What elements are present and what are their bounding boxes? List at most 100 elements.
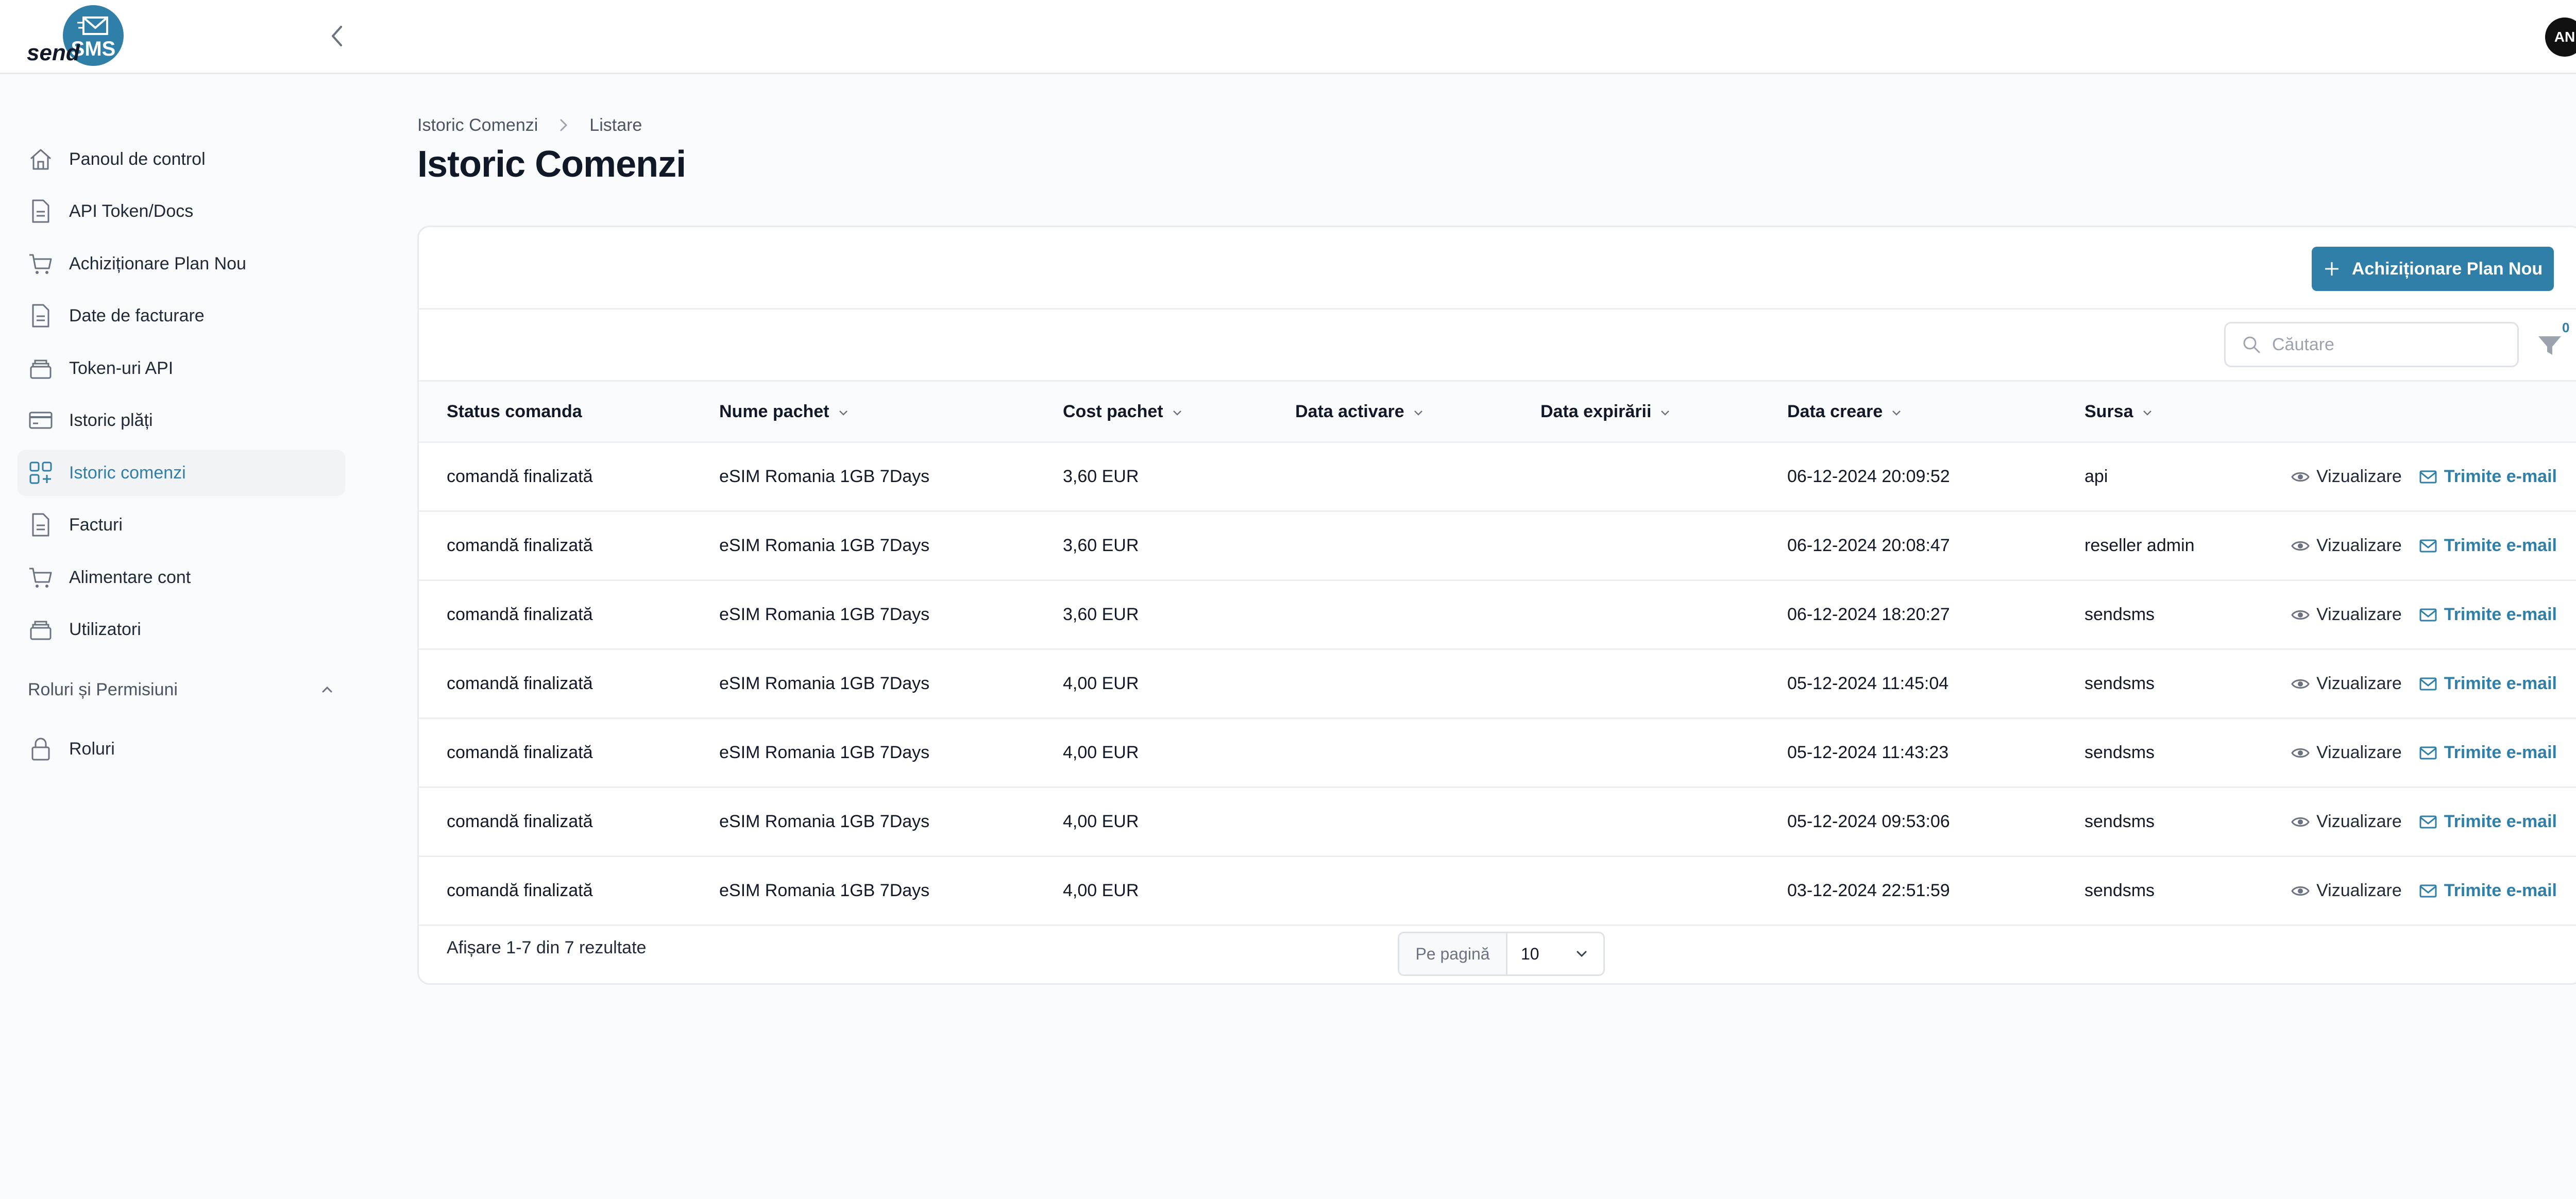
column-header-activation-date[interactable]: Data activare	[1295, 382, 1540, 443]
orders-card: Achiziționare Plan Nou Căutare 0 Status …	[417, 226, 2576, 985]
column-header-source[interactable]: Sursa	[2084, 382, 2293, 443]
eye-icon	[2291, 610, 2310, 620]
send-email-label: Trimite e-mail	[2444, 605, 2557, 624]
column-header-package-name[interactable]: Nume pachet	[719, 382, 1063, 443]
mail-icon	[2419, 608, 2437, 621]
table-row: comandă finalizată eSIM Romania 1GB 7Days…	[419, 718, 2576, 788]
breadcrumb-root-link[interactable]: Istoric Comenzi	[417, 115, 538, 135]
user-avatar[interactable]: AN	[2545, 18, 2576, 57]
cell-source: api	[2084, 442, 2293, 512]
sidebar-item-account-topup[interactable]: Alimentare cont	[18, 554, 345, 601]
filter-count-badge: 0	[2562, 320, 2570, 335]
send-email-button[interactable]: Trimite e-mail	[2418, 674, 2557, 694]
row-actions: Vizualizare Trimite e-mail	[2291, 812, 2576, 832]
sidebar-item-payment-history[interactable]: Istoric plăți	[18, 397, 345, 443]
sidebar-item-invoices[interactable]: Facturi	[18, 502, 345, 548]
sidebar-item-label: Alimentare cont	[69, 567, 191, 587]
sidebar-item-label: Panoul de control	[69, 149, 206, 169]
page-title: Istoric Comenzi	[417, 144, 686, 185]
document-icon	[32, 513, 49, 537]
cell-created-date: 05-12-2024 11:43:23	[1787, 718, 2084, 788]
view-button[interactable]: Vizualizare	[2291, 536, 2402, 556]
roles-permissions-section-toggle[interactable]: Roluri și Permisiuni	[28, 677, 335, 703]
view-label: Vizualizare	[2316, 605, 2402, 624]
column-header-package-cost[interactable]: Cost pachet	[1063, 382, 1295, 443]
sendsms-logo[interactable]: SMS send	[27, 5, 130, 67]
filter-icon[interactable]	[2534, 330, 2565, 361]
sort-chevron-down-icon	[2143, 410, 2151, 416]
send-email-label: Trimite e-mail	[2444, 467, 2557, 486]
view-label: Vizualizare	[2316, 467, 2402, 486]
grid-plus-icon	[29, 461, 52, 484]
view-label: Vizualizare	[2316, 812, 2402, 831]
send-email-button[interactable]: Trimite e-mail	[2418, 536, 2557, 556]
view-label: Vizualizare	[2316, 674, 2402, 693]
cell-activation-date	[1295, 856, 1540, 926]
table-footer: Afișare 1-7 din 7 rezultate Pe pagină 10	[419, 917, 2576, 983]
send-email-label: Trimite e-mail	[2444, 536, 2557, 555]
cell-package-cost: 4,00 EUR	[1063, 718, 1295, 788]
cell-status: comandă finalizată	[419, 856, 719, 926]
cell-created-date: 05-12-2024 11:45:04	[1787, 649, 2084, 719]
view-button[interactable]: Vizualizare	[2291, 812, 2402, 832]
view-button[interactable]: Vizualizare	[2291, 743, 2402, 763]
sidebar-item-dashboard[interactable]: Panoul de control	[18, 136, 345, 182]
mail-icon	[2419, 746, 2437, 759]
sidebar: Panoul de control API Token/Docs Achiziț…	[0, 74, 361, 1199]
view-button[interactable]: Vizualizare	[2291, 674, 2402, 694]
cell-package-cost: 3,60 EUR	[1063, 511, 1295, 581]
per-page-select[interactable]: Pe pagină 10	[1398, 932, 1605, 976]
sidebar-item-api-token-docs[interactable]: API Token/Docs	[18, 188, 345, 234]
cell-package-name: eSIM Romania 1GB 7Days	[719, 856, 1063, 926]
search-input[interactable]: Căutare	[2224, 322, 2519, 367]
view-button[interactable]: Vizualizare	[2291, 881, 2402, 901]
cell-package-cost: 3,60 EUR	[1063, 580, 1295, 650]
buy-new-plan-button[interactable]: Achiziționare Plan Nou	[2312, 247, 2554, 291]
breadcrumb: Istoric Comenzi Listare	[417, 112, 642, 138]
cell-package-cost: 3,60 EUR	[1063, 442, 1295, 512]
sidebar-item-order-history[interactable]: Istoric comenzi	[18, 450, 345, 496]
send-email-button[interactable]: Trimite e-mail	[2418, 605, 2557, 625]
sidebar-item-billing-data[interactable]: Date de facturare	[18, 293, 345, 339]
eye-icon	[2291, 817, 2310, 827]
cell-actions: Vizualizare Trimite e-mail	[2291, 718, 2576, 788]
cell-actions: Vizualizare Trimite e-mail	[2291, 511, 2576, 581]
sidebar-item-label: Istoric comenzi	[69, 463, 186, 483]
sidebar-item-api-tokens[interactable]: Token-uri API	[18, 345, 345, 391]
send-email-button[interactable]: Trimite e-mail	[2418, 743, 2557, 763]
plus-icon	[2325, 262, 2338, 276]
sidebar-item-buy-new-plan[interactable]: Achiziționare Plan Nou	[18, 241, 345, 287]
breadcrumb-current: Listare	[589, 115, 642, 135]
document-icon	[32, 304, 49, 328]
table-row: comandă finalizată eSIM Romania 1GB 7Days…	[419, 580, 2576, 650]
cell-source: sendsms	[2084, 718, 2293, 788]
send-email-label: Trimite e-mail	[2444, 743, 2557, 762]
sidebar-item-roles[interactable]: Roluri	[18, 726, 345, 772]
cell-status: comandă finalizată	[419, 511, 719, 581]
orders-table: Status comanda Nume pachet Cost pachet D…	[419, 382, 2576, 926]
send-email-button[interactable]: Trimite e-mail	[2418, 812, 2557, 832]
cell-package-name: eSIM Romania 1GB 7Days	[719, 580, 1063, 650]
column-header-expiry-date[interactable]: Data expirării	[1540, 382, 1787, 443]
chevron-down-icon	[1577, 951, 1587, 957]
send-email-button[interactable]: Trimite e-mail	[2418, 467, 2557, 487]
send-email-button[interactable]: Trimite e-mail	[2418, 881, 2557, 901]
column-header-created-date[interactable]: Data creare	[1787, 382, 2084, 443]
logo-text-send: send	[27, 40, 80, 65]
view-label: Vizualizare	[2316, 881, 2402, 900]
column-header-actions	[2293, 382, 2576, 443]
sidebar-item-label: Token-uri API	[69, 358, 174, 378]
sidebar-item-users[interactable]: Utilizatori	[18, 606, 345, 653]
send-email-label: Trimite e-mail	[2444, 812, 2557, 831]
cell-status: comandă finalizată	[419, 442, 719, 512]
per-page-dropdown[interactable]: 10	[1507, 933, 1603, 974]
collapse-sidebar-chevron-left-icon[interactable]	[325, 21, 349, 52]
search-icon	[2243, 336, 2260, 353]
cell-source: sendsms	[2084, 649, 2293, 719]
cell-expiry-date	[1540, 511, 1787, 581]
table-header-row: Status comanda Nume pachet Cost pachet D…	[419, 382, 2576, 443]
cell-created-date: 05-12-2024 09:53:06	[1787, 787, 2084, 857]
view-button[interactable]: Vizualizare	[2291, 467, 2402, 487]
cell-actions: Vizualizare Trimite e-mail	[2291, 856, 2576, 926]
view-button[interactable]: Vizualizare	[2291, 605, 2402, 625]
